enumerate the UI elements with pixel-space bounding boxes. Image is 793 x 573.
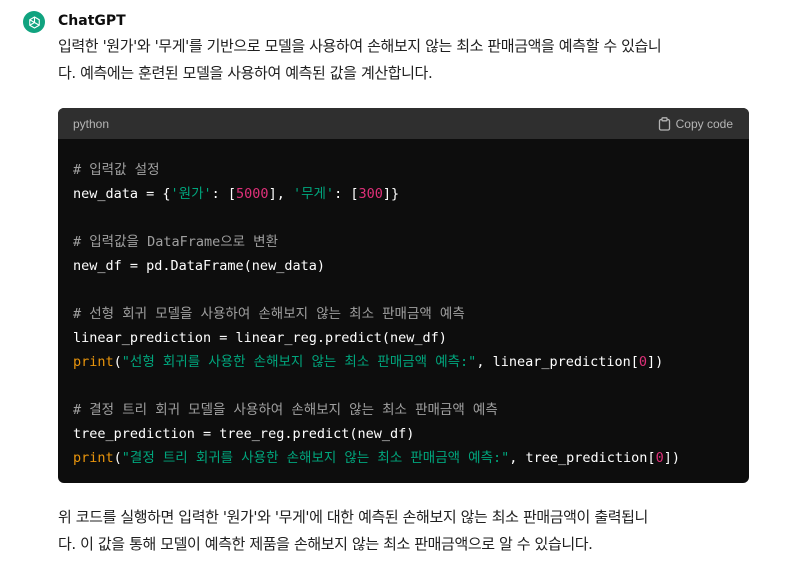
message-intro: 입력한 '원가'와 '무게'를 기반으로 모델을 사용하여 손해보지 않는 최소… xyxy=(58,33,758,87)
code-token-plain: ], xyxy=(268,186,293,202)
copy-code-label: Copy code xyxy=(675,116,733,131)
code-token-num: 5000 xyxy=(236,186,269,202)
code-token-fn: print xyxy=(73,450,114,466)
code-block: python Copy code # 입력값 설정 new_data = {'원가… xyxy=(58,108,749,483)
code-token-comment: # 선형 회귀 모델을 사용하여 손해보지 않는 최소 판매금액 예측 xyxy=(73,306,465,322)
openai-logo-icon xyxy=(28,15,40,29)
code-token-comment: # 입력값을 DataFrame으로 변환 xyxy=(73,234,279,250)
code-token-plain: ]} xyxy=(382,186,400,202)
code-token-num: 0 xyxy=(655,450,664,466)
code-token-num: 300 xyxy=(358,186,383,202)
code-token-fn: print xyxy=(73,354,114,370)
code-token-str: "선형 회귀를 사용한 손해보지 않는 최소 판매금액 예측:" xyxy=(121,354,477,370)
code-line: # 입력값 설정 xyxy=(73,158,734,182)
code-line: new_df = pd.DataFrame(new_data) xyxy=(73,254,734,278)
code-token-plain: ( xyxy=(113,354,122,370)
message-author: ChatGPT xyxy=(58,13,126,29)
code-token-plain: , linear_prediction[ xyxy=(476,354,639,370)
code-header: python Copy code xyxy=(58,108,749,139)
code-line: # 선형 회귀 모델을 사용하여 손해보지 않는 최소 판매금액 예측 xyxy=(73,302,734,326)
clipboard-icon xyxy=(658,116,670,131)
code-token-comment: # 결정 트리 회귀 모델을 사용하여 손해보지 않는 최소 판매금액 예측 xyxy=(73,402,498,418)
code-token-plain: ]) xyxy=(647,354,664,370)
code-token-plain: new_data = { xyxy=(73,186,171,202)
code-line: print("결정 트리 회귀를 사용한 손해보지 않는 최소 판매금액 예측:… xyxy=(73,446,734,470)
code-language: python xyxy=(73,116,110,131)
intro-line: 입력한 '원가'와 '무게'를 기반으로 모델을 사용하여 손해보지 않는 최소… xyxy=(58,37,662,55)
code-token-str: "결정 트리 회귀를 사용한 손해보지 않는 최소 판매금액 예측:" xyxy=(121,450,510,466)
code-token-plain: : [ xyxy=(334,186,359,202)
outro-line: 위 코드를 실행하면 입력한 '원가'와 '무게'에 대한 예측된 손해보지 않… xyxy=(58,508,648,526)
code-token-plain: : [ xyxy=(211,186,237,202)
code-token-plain: linear_prediction = linear_reg.predict(n… xyxy=(73,330,447,346)
avatar xyxy=(23,11,45,33)
code-token-plain: , tree_prediction[ xyxy=(509,450,656,466)
code-line: tree_prediction = tree_reg.predict(new_d… xyxy=(73,422,734,446)
code-token-str: '원가' xyxy=(170,186,212,202)
code-line: print("선형 회귀를 사용한 손해보지 않는 최소 판매금액 예측:", … xyxy=(73,350,734,374)
message-outro: 위 코드를 실행하면 입력한 '원가'와 '무게'에 대한 예측된 손해보지 않… xyxy=(58,504,758,558)
code-token-num: 0 xyxy=(638,354,648,370)
copy-code-button[interactable]: Copy code xyxy=(658,117,733,131)
code-token-str: '무게' xyxy=(292,186,335,202)
code-token-plain: new_df = pd.DataFrame(new_data) xyxy=(73,258,325,274)
code-token-plain: tree_prediction = tree_reg.predict(new_d… xyxy=(73,426,415,442)
code-content: # 입력값 설정 new_data = {'원가': [5000], '무게': … xyxy=(58,139,749,470)
code-line: # 결정 트리 회귀 모델을 사용하여 손해보지 않는 최소 판매금액 예측 xyxy=(73,398,734,422)
intro-line: 다. 예측에는 훈련된 모델을 사용하여 예측된 값을 계산합니다. xyxy=(58,64,433,82)
code-line: # 입력값을 DataFrame으로 변환 xyxy=(73,230,734,254)
code-token-plain: ]) xyxy=(663,450,680,466)
code-token-plain: ( xyxy=(113,450,122,466)
code-line: new_data = {'원가': [5000], '무게': [300]} xyxy=(73,182,734,206)
code-token-comment: # 입력값 설정 xyxy=(73,162,160,178)
code-line: linear_prediction = linear_reg.predict(n… xyxy=(73,326,734,350)
outro-line: 다. 이 값을 통해 모델이 예측한 제품을 손해보지 않는 최소 판매금액으로… xyxy=(58,535,593,553)
